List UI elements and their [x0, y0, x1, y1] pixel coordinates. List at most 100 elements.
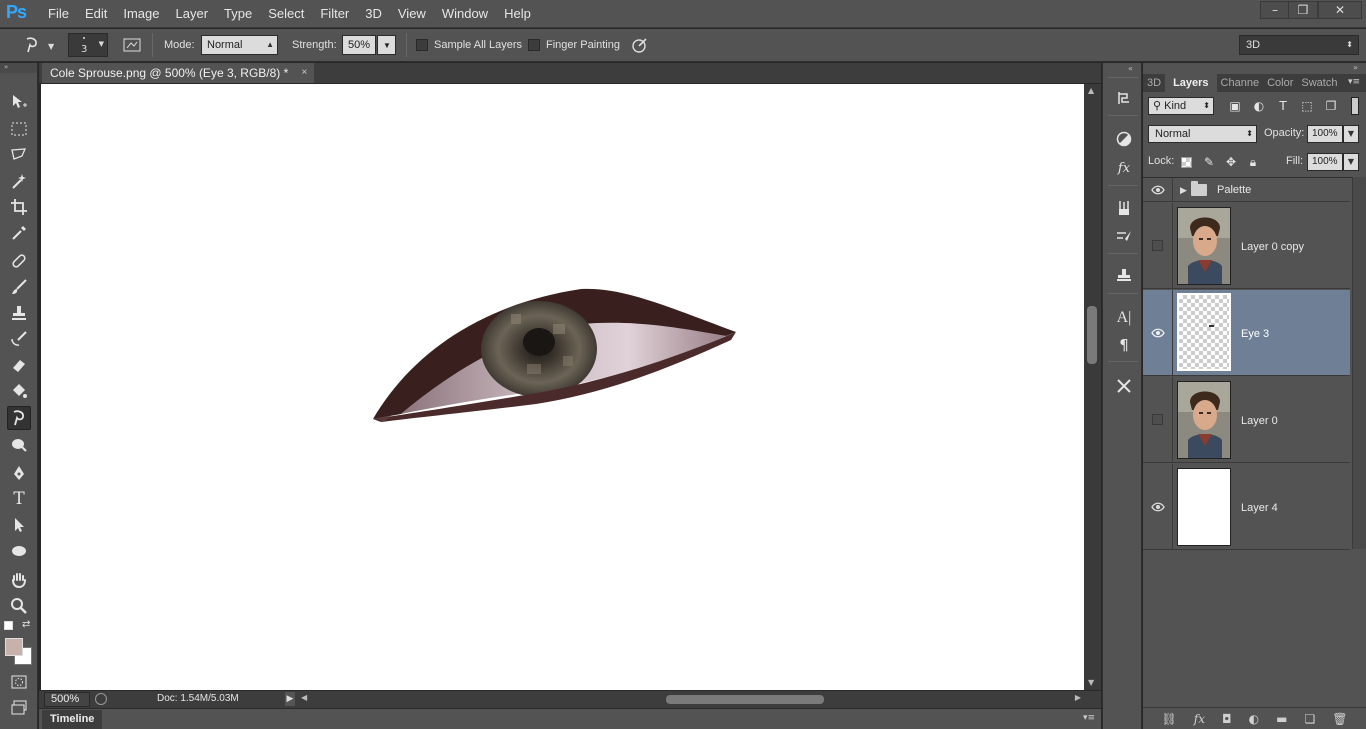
layer-row-eye-3[interactable]: Eye 3 [1143, 290, 1350, 376]
lock-transparent-pixels-icon[interactable] [1181, 157, 1192, 168]
hand-tool-icon[interactable] [7, 568, 31, 592]
visibility-toggle[interactable] [1143, 377, 1173, 462]
opacity-dropdown-icon[interactable]: ▼ [1343, 125, 1359, 143]
crop-tool-icon[interactable] [7, 195, 31, 219]
default-colors-icon[interactable] [4, 621, 13, 630]
menu-select[interactable]: Select [260, 0, 312, 28]
quick-mask-icon[interactable] [7, 670, 31, 694]
lock-image-pixels-icon[interactable]: ✎ [1202, 155, 1216, 169]
proof-setup-icon[interactable] [95, 693, 107, 705]
new-adjustment-layer-icon[interactable]: ◐ [1249, 712, 1259, 726]
scroll-left-icon[interactable]: ◀ [301, 693, 307, 702]
marquee-tool-icon[interactable] [7, 117, 31, 141]
zoom-level-field[interactable]: 500% [44, 692, 90, 707]
type-filter-icon[interactable]: T [1276, 99, 1290, 113]
history-panel-icon[interactable] [1112, 87, 1136, 109]
menu-window[interactable]: Window [434, 0, 496, 28]
move-tool-icon[interactable] [7, 90, 31, 114]
fill-dropdown-icon[interactable]: ▼ [1343, 153, 1359, 171]
restore-button[interactable]: ❒ [1288, 1, 1318, 19]
sample-all-layers-checkbox[interactable] [416, 39, 428, 51]
tab-swatches[interactable]: Swatch [1297, 74, 1341, 92]
chevron-down-icon[interactable]: ▼ [48, 42, 54, 51]
character-panel-icon[interactable]: A| [1112, 307, 1136, 329]
layer-row-layer-0-copy[interactable]: Layer 0 copy [1143, 203, 1350, 289]
filter-kind-select[interactable]: ⚲ Kind ⬍ [1148, 97, 1214, 115]
menu-filter[interactable]: Filter [312, 0, 357, 28]
document-canvas[interactable] [41, 84, 1084, 690]
status-menu-arrow-icon[interactable]: ▶ [285, 692, 295, 706]
adjustment-filter-icon[interactable]: ◐ [1252, 99, 1266, 113]
opacity-input[interactable]: 100% [1307, 125, 1343, 143]
new-layer-icon[interactable]: ❏ [1304, 712, 1315, 726]
vertical-scrollbar[interactable]: ▲ ▼ [1084, 84, 1101, 690]
vertical-scroll-thumb[interactable] [1087, 306, 1097, 364]
swap-colors-icon[interactable]: ⇄ [22, 619, 30, 630]
visibility-toggle[interactable] [1143, 178, 1173, 201]
history-brush-tool-icon[interactable] [7, 327, 31, 351]
expand-arrow-icon[interactable]: ▶ [1180, 186, 1187, 196]
horizontal-scroll-thumb[interactable] [666, 695, 824, 704]
dock-collapse-icon[interactable]: « [1128, 64, 1133, 73]
lock-all-icon[interactable]: 🔒︎ [1246, 155, 1260, 169]
new-group-icon[interactable]: ▬ [1276, 712, 1287, 726]
visibility-toggle[interactable] [1143, 203, 1173, 288]
menu-edit[interactable]: Edit [77, 0, 115, 28]
minimize-button[interactable]: – [1260, 1, 1290, 19]
mode-select[interactable]: Normal ▲ [201, 35, 278, 55]
delete-layer-icon[interactable]: 🗑︎ [1332, 712, 1347, 726]
document-tab[interactable]: Cole Sprouse.png @ 500% (Eye 3, RGB/8) *… [42, 63, 315, 83]
lock-position-icon[interactable]: ✥ [1224, 155, 1238, 169]
path-selection-tool-icon[interactable] [7, 513, 31, 537]
layer-row-layer-0[interactable]: Layer 0 [1143, 377, 1350, 463]
visibility-toggle[interactable] [1143, 464, 1173, 549]
smudge-tool-icon[interactable] [7, 406, 31, 430]
panel-menu-icon[interactable]: ▾≡ [1083, 713, 1095, 723]
styles-panel-icon[interactable]: fx [1112, 157, 1136, 179]
menu-image[interactable]: Image [115, 0, 167, 28]
scroll-right-icon[interactable]: ▶ [1075, 693, 1081, 702]
healing-brush-tool-icon[interactable] [7, 249, 31, 273]
layer-row-layer-4[interactable]: Layer 4 [1143, 464, 1350, 550]
paragraph-panel-icon[interactable]: ¶ [1112, 334, 1136, 356]
menu-type[interactable]: Type [216, 0, 260, 28]
ellipse-tool-icon[interactable] [7, 539, 31, 563]
menu-help[interactable]: Help [496, 0, 539, 28]
layer-row-palette[interactable]: ▶ Palette [1143, 178, 1350, 202]
scroll-down-icon[interactable]: ▼ [1088, 678, 1094, 687]
shape-filter-icon[interactable]: ⬚ [1300, 99, 1314, 113]
menu-file[interactable]: File [40, 0, 77, 28]
lasso-tool-icon[interactable] [7, 143, 31, 167]
tab-channels[interactable]: Channe [1217, 74, 1264, 92]
menu-layer[interactable]: Layer [168, 0, 217, 28]
smart-object-filter-icon[interactable]: ❐ [1324, 99, 1338, 113]
clone-stamp-tool-icon[interactable] [7, 301, 31, 325]
strength-dropdown-button[interactable]: ▼ [377, 35, 396, 55]
pressure-stylus-icon[interactable] [628, 33, 652, 57]
add-mask-icon[interactable]: ◘ [1222, 712, 1232, 726]
panel-menu-icon[interactable]: ▾≡ [1348, 77, 1360, 87]
tool-presets-panel-icon[interactable] [1112, 375, 1136, 397]
brush-tool-icon[interactable] [7, 275, 31, 299]
menu-view[interactable]: View [390, 0, 434, 28]
close-button[interactable]: ✕ [1318, 1, 1362, 19]
pen-tool-icon[interactable] [7, 461, 31, 485]
dodge-tool-icon[interactable] [7, 433, 31, 457]
fx-icon[interactable]: fx [1194, 712, 1205, 726]
filter-toggle[interactable] [1351, 97, 1359, 115]
panel-collapse-icon[interactable]: » [1353, 63, 1358, 72]
finger-painting-checkbox[interactable] [528, 39, 540, 51]
screen-mode-icon[interactable] [7, 696, 31, 720]
fill-input[interactable]: 100% [1307, 153, 1343, 171]
magic-wand-tool-icon[interactable] [7, 169, 31, 193]
foreground-color-swatch[interactable] [5, 638, 23, 656]
brush-panel-icon[interactable] [1112, 225, 1136, 247]
blend-mode-select[interactable]: Normal ⬍ [1148, 125, 1257, 143]
paint-bucket-tool-icon[interactable] [7, 379, 31, 403]
image-filter-icon[interactable]: ▣ [1228, 99, 1242, 113]
clone-source-panel-icon[interactable] [1112, 264, 1136, 286]
visibility-toggle[interactable] [1143, 290, 1173, 375]
type-tool-icon[interactable]: T [7, 487, 31, 511]
brush-picker[interactable]: 3 ▼ [68, 33, 108, 57]
close-icon[interactable]: × [301, 63, 307, 83]
